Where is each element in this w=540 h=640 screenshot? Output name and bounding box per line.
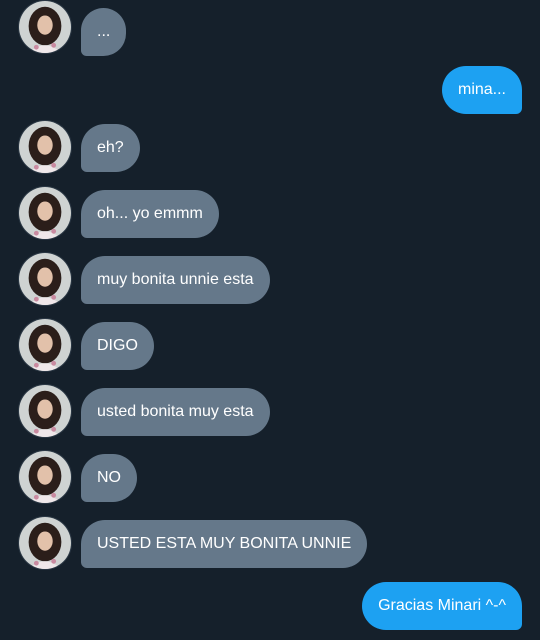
message-row-incoming: eh? — [0, 120, 540, 176]
message-row-incoming: DIGO — [0, 318, 540, 374]
contact-avatar[interactable] — [18, 450, 72, 504]
message-row-incoming: USTED ESTA MUY BONITA UNNIE — [0, 516, 540, 572]
message-bubble[interactable]: USTED ESTA MUY BONITA UNNIE — [81, 520, 368, 568]
message-row-outgoing: Gracias Minari ^-^ — [0, 582, 540, 638]
contact-avatar[interactable] — [18, 516, 72, 570]
message-row-incoming: ... — [0, 0, 540, 56]
message-row-incoming: muy bonita unnie esta — [0, 252, 540, 308]
message-bubble[interactable]: eh? — [81, 124, 140, 172]
contact-avatar[interactable] — [18, 318, 72, 372]
message-bubble[interactable]: oh... yo emmm — [81, 190, 219, 238]
message-bubble[interactable]: mina... — [441, 66, 522, 114]
message-bubble[interactable]: muy bonita unnie esta — [81, 256, 270, 304]
message-row-outgoing: mina... — [0, 66, 540, 122]
contact-avatar[interactable] — [18, 120, 72, 174]
contact-avatar[interactable] — [18, 252, 72, 306]
message-bubble[interactable]: DIGO — [81, 322, 154, 370]
message-row-incoming: usted bonita muy esta — [0, 384, 540, 440]
contact-avatar[interactable] — [18, 0, 72, 54]
contact-avatar[interactable] — [18, 384, 72, 438]
message-row-incoming: oh... yo emmm — [0, 186, 540, 242]
message-bubble[interactable]: NO — [81, 454, 137, 502]
message-bubble[interactable]: ... — [81, 8, 127, 56]
message-bubble[interactable]: usted bonita muy esta — [81, 388, 270, 436]
contact-avatar[interactable] — [18, 186, 72, 240]
message-row-incoming: NO — [0, 450, 540, 506]
message-bubble[interactable]: Gracias Minari ^-^ — [362, 582, 522, 630]
chat-thread: ... mina... eh? oh... yo emmm muy bonita… — [0, 0, 540, 640]
